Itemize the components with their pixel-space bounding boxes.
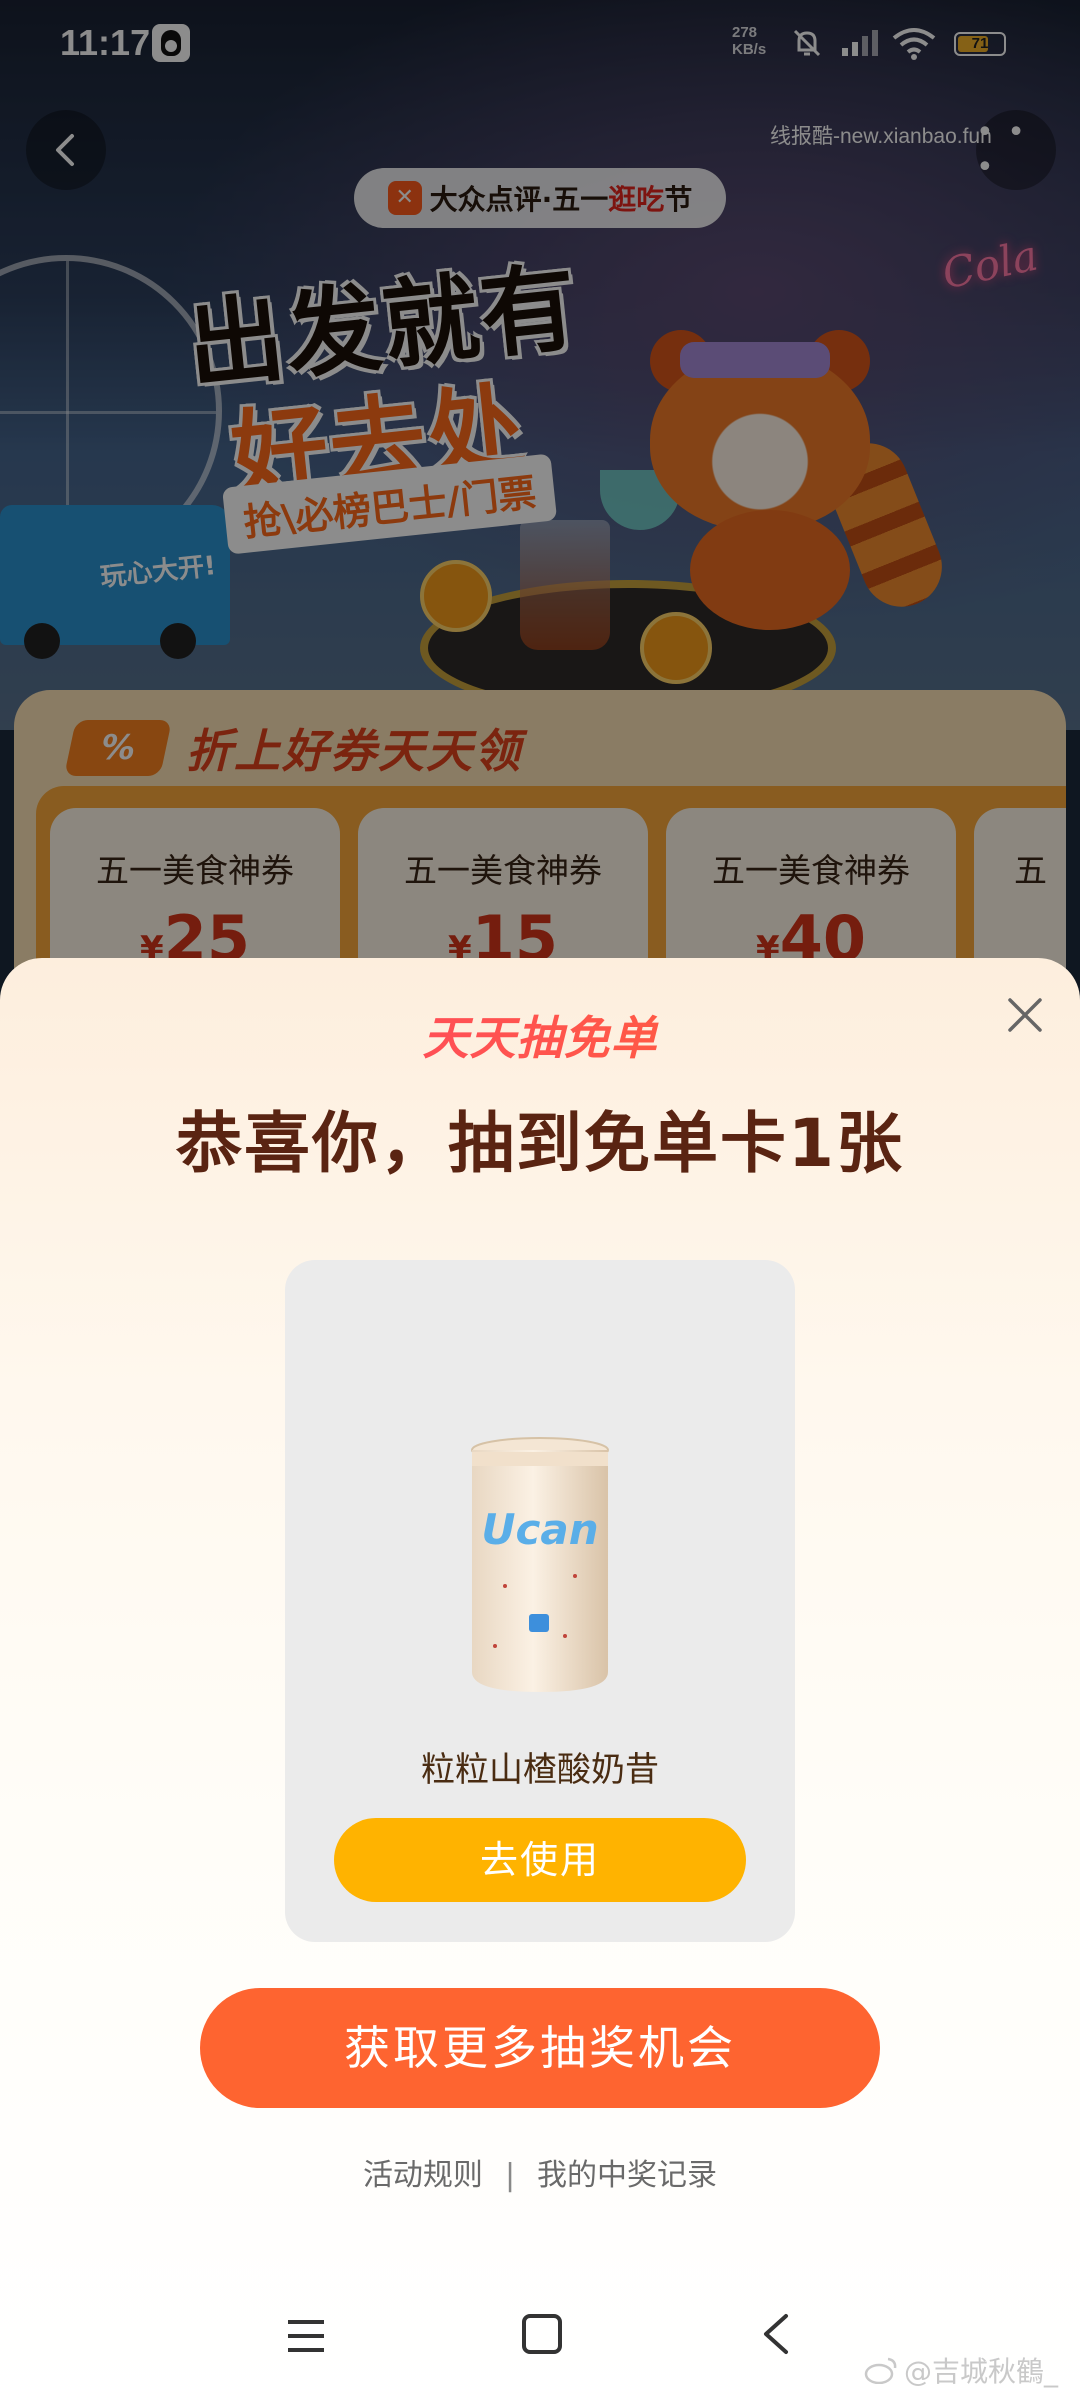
weibo-icon bbox=[864, 2357, 897, 2384]
use-button[interactable]: 去使用 bbox=[334, 1818, 746, 1902]
recent-apps-menu-icon[interactable] bbox=[286, 2316, 326, 2356]
weibo-watermark: @吉城秋鶴_ bbox=[864, 2350, 1058, 2390]
prize-bottom-sheet: 天天抽免单 恭喜你，抽到免单卡1张 Ucan 粒粒山楂酸奶昔 去使用 获取更多抽… bbox=[0, 958, 1080, 2400]
link-separator: | bbox=[504, 2158, 516, 2193]
footer-links: 活动规则 | 我的中奖记录 bbox=[0, 2150, 1080, 2194]
activity-rules-link[interactable]: 活动规则 bbox=[363, 2158, 483, 2193]
product-brand-label: Ucan bbox=[481, 1505, 598, 1554]
prize-title: 恭喜你，抽到免单卡1张 bbox=[176, 1105, 904, 1182]
watermark-handle: @吉城秋鶴_ bbox=[904, 2355, 1059, 2388]
home-square-icon[interactable] bbox=[520, 2312, 564, 2356]
product-name: 粒粒山楂酸奶昔 bbox=[421, 1750, 659, 1790]
get-more-chances-button[interactable]: 获取更多抽奖机会 bbox=[200, 1988, 880, 2108]
prize-card: Ucan 粒粒山楂酸奶昔 去使用 bbox=[285, 1260, 795, 1942]
product-can-image: Ucan bbox=[471, 1437, 609, 1692]
lottery-brand-logo: 天天抽免单 bbox=[0, 1002, 1080, 1068]
system-back-icon[interactable] bbox=[756, 2312, 796, 2356]
my-prize-records-link[interactable]: 我的中奖记录 bbox=[537, 2158, 717, 2193]
